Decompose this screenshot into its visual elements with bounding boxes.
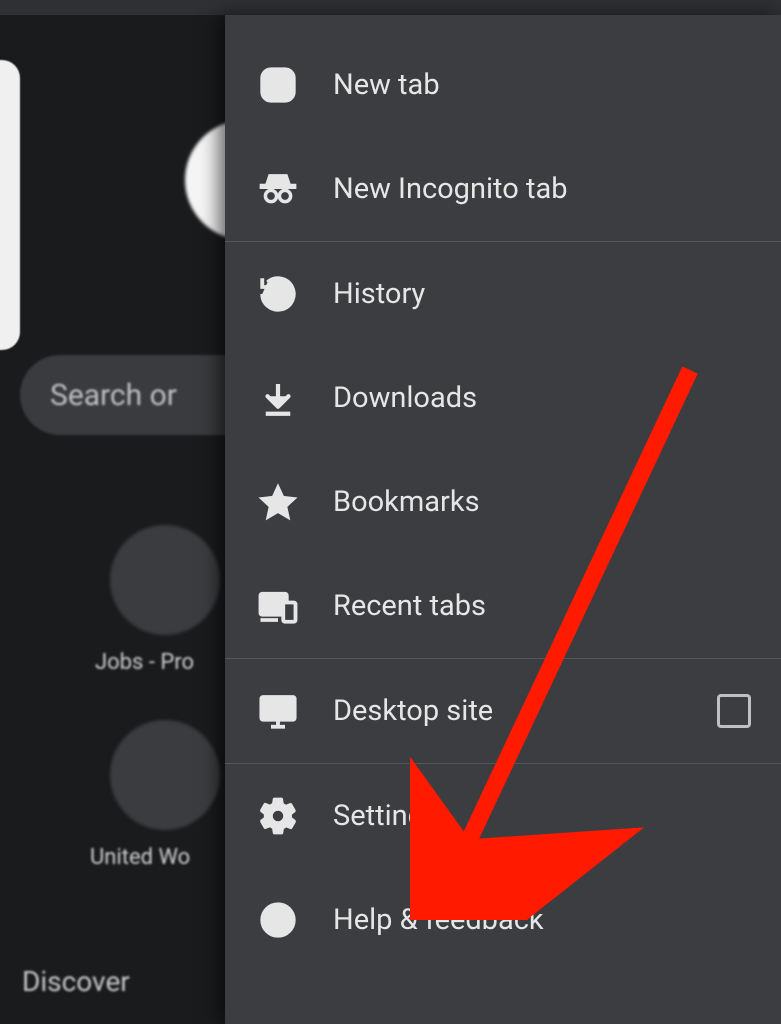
history-icon [257, 273, 299, 315]
gear-icon [257, 795, 299, 837]
left-panel-fragment [0, 60, 20, 350]
menu-item-label: History [333, 277, 425, 311]
star-icon [257, 481, 299, 523]
shortcut-label: United Wo [90, 845, 190, 870]
menu-item-label: Downloads [333, 381, 477, 415]
menu-item-label: New Incognito tab [333, 172, 568, 206]
monitor-icon [257, 690, 299, 732]
devices-icon [257, 585, 299, 627]
menu-item-desktop-site[interactable]: Desktop site [225, 659, 781, 763]
menu-item-label: New tab [333, 68, 440, 102]
menu-item-label: Help & feedback [333, 903, 544, 937]
menu-item-settings[interactable]: Settings [225, 764, 781, 868]
discover-heading: Discover [22, 965, 130, 998]
menu-item-label: Desktop site [333, 694, 493, 728]
download-icon [257, 377, 299, 419]
shortcut-tile[interactable] [110, 720, 220, 830]
menu-item-label: Bookmarks [333, 485, 480, 519]
shortcut-label: Jobs - Pro [95, 650, 194, 675]
desktop-site-checkbox[interactable] [717, 694, 751, 728]
menu-item-new-tab[interactable]: New tab [225, 33, 781, 137]
menu-item-help-feedback[interactable]: Help & feedback [225, 868, 781, 972]
help-icon [257, 899, 299, 941]
shortcut-tile[interactable] [110, 525, 220, 635]
menu-item-downloads[interactable]: Downloads [225, 346, 781, 450]
search-placeholder: Search or [50, 378, 177, 413]
menu-item-recent-tabs[interactable]: Recent tabs [225, 554, 781, 658]
menu-item-history[interactable]: History [225, 242, 781, 346]
menu-item-bookmarks[interactable]: Bookmarks [225, 450, 781, 554]
menu-item-label: Settings [333, 799, 439, 833]
status-bar [0, 0, 781, 15]
menu-item-incognito[interactable]: New Incognito tab [225, 137, 781, 241]
plus-square-icon [257, 64, 299, 106]
incognito-icon [257, 168, 299, 210]
overflow-menu: New tab New Incognito tab History [225, 15, 781, 1024]
menu-item-label: Recent tabs [333, 589, 486, 623]
